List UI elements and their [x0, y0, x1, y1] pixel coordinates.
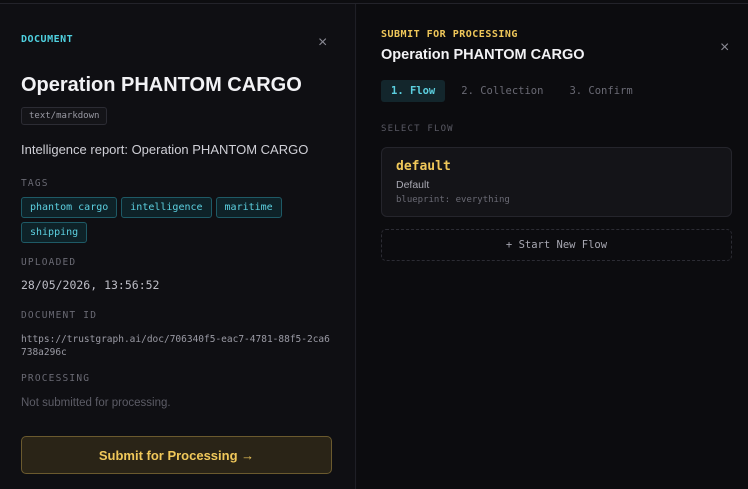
tag-chip[interactable]: phantom cargo	[21, 197, 118, 218]
tag-chip[interactable]: maritime	[215, 197, 282, 218]
processing-title: Operation PHANTOM CARGO	[381, 47, 585, 63]
submit-for-processing-button[interactable]: Submit for Processing →	[21, 436, 332, 474]
tag-list: phantom cargo intelligence maritime ship…	[21, 197, 321, 243]
tags-label: TAGS	[21, 178, 49, 189]
select-flow-label: SELECT FLOW	[381, 124, 454, 134]
tag-chip[interactable]: shipping	[21, 222, 88, 243]
document-id-value: https://trustgraph.ai/doc/706340f5-eac7-…	[21, 334, 330, 358]
uploaded-label: UPLOADED	[21, 257, 77, 268]
document-id-label: DOCUMENT ID	[21, 310, 98, 321]
document-title: Operation PHANTOM CARGO	[21, 74, 302, 96]
processing-label: PROCESSING	[21, 373, 91, 384]
document-panel: DOCUMENT × Operation PHANTOM CARGO text/…	[0, 4, 356, 489]
uploaded-value: 28/05/2026, 13:56:52	[21, 278, 160, 292]
flow-blueprint: blueprint: everything	[396, 195, 510, 205]
flow-description: Default	[396, 179, 430, 191]
mime-type-badge: text/markdown	[21, 107, 108, 125]
processing-panel: SUBMIT FOR PROCESSING Operation PHANTOM …	[357, 4, 748, 489]
step-tabs: 1. Flow 2. Collection 3. Confirm	[381, 80, 643, 102]
step-tab-confirm[interactable]: 3. Confirm	[559, 80, 642, 102]
document-eyebrow: DOCUMENT	[21, 34, 74, 45]
document-description: Intelligence report: Operation PHANTOM C…	[21, 142, 309, 157]
tag-chip[interactable]: intelligence	[121, 197, 212, 218]
step-tab-flow[interactable]: 1. Flow	[381, 80, 446, 102]
close-icon[interactable]: ×	[318, 34, 327, 52]
start-new-flow-button[interactable]: + Start New Flow	[381, 229, 732, 261]
processing-status: Not submitted for processing.	[21, 397, 171, 409]
close-icon[interactable]: ×	[720, 39, 729, 57]
flow-name: default	[396, 159, 451, 174]
step-tab-collection[interactable]: 2. Collection	[451, 80, 553, 102]
processing-eyebrow: SUBMIT FOR PROCESSING	[381, 29, 518, 40]
flow-option-default[interactable]: default Default blueprint: everything	[381, 147, 732, 217]
